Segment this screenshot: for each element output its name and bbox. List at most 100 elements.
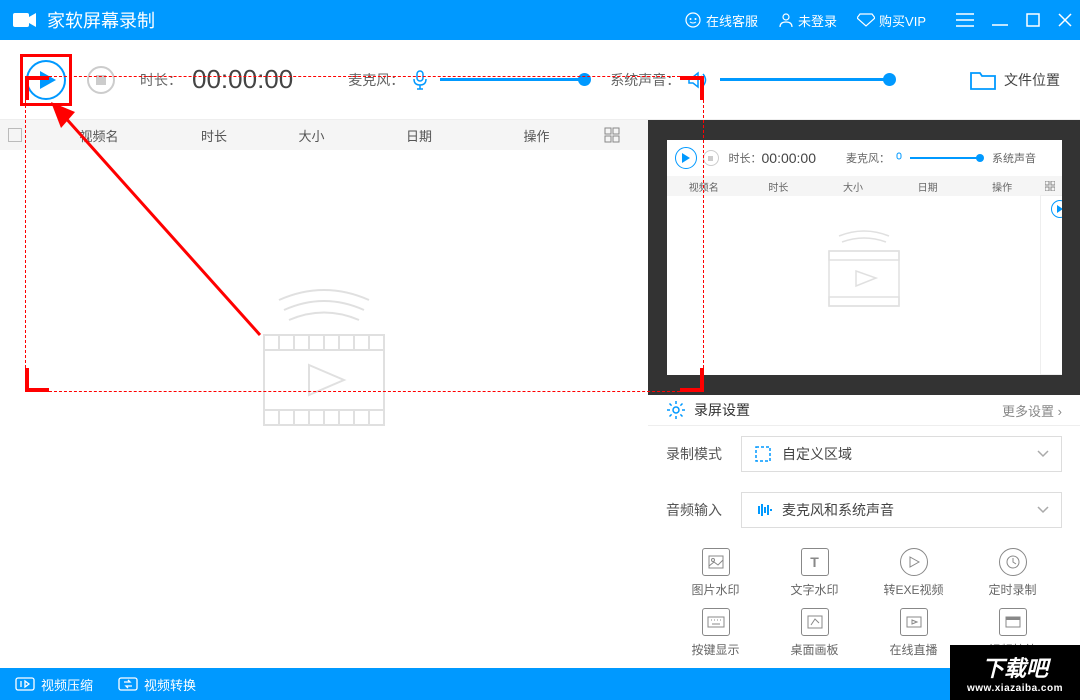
image-watermark-label: 图片水印 — [691, 581, 739, 598]
duration-label: 时长： — [140, 70, 182, 90]
mic-icon[interactable] — [412, 70, 428, 90]
selection-edge-right — [703, 100, 704, 368]
video-compress-button[interactable]: 视频压缩 — [15, 675, 93, 694]
timed-record-label: 定时录制 — [988, 581, 1036, 598]
system-sound-slider[interactable] — [720, 78, 890, 81]
preview-mic-label: 麦克风： — [846, 150, 890, 166]
toolbar: 时长： 00:00:00 麦克风： 系统声音： 文件位置 — [0, 40, 1080, 120]
select-all-checkbox[interactable] — [8, 128, 22, 142]
record-mode-select[interactable]: 自定义区域 — [741, 436, 1062, 472]
site-watermark: 下载吧 www.xiazaiba.com — [950, 645, 1080, 700]
exe-video-label: 转EXE视频 — [883, 581, 943, 598]
content-area: 视频名 时长 大小 日期 操作 — [0, 120, 1080, 668]
empty-recordings — [0, 150, 648, 570]
fx-icon — [999, 608, 1027, 636]
preview-film-icon — [814, 226, 914, 316]
record-mode-row: 录制模式 自定义区域 — [648, 426, 1080, 482]
preview-nested-play-icon — [1051, 200, 1062, 218]
exe-icon — [900, 548, 928, 576]
image-watermark-option[interactable]: 图片水印 — [666, 548, 765, 598]
audio-input-value: 麦克风和系统声音 — [782, 500, 1037, 520]
exe-video-option[interactable]: 转EXE视频 — [864, 548, 963, 598]
convert-icon — [118, 677, 138, 691]
column-size: 大小 — [264, 126, 359, 145]
column-date: 日期 — [359, 126, 479, 145]
buy-vip-link[interactable]: 购买VIP — [857, 11, 926, 30]
board-icon — [801, 608, 829, 636]
app-logo-icon — [13, 11, 37, 29]
watermark-url: www.xiazaiba.com — [967, 683, 1063, 694]
close-button[interactable] — [1058, 13, 1072, 27]
text-icon: T — [801, 548, 829, 576]
clock-icon — [999, 548, 1027, 576]
recordings-pane: 视频名 时长 大小 日期 操作 — [0, 120, 648, 668]
preview-col-action: 操作 — [965, 179, 1040, 194]
column-duration: 时长 — [164, 126, 264, 145]
right-pane: 时长： 00:00:00 麦克风： 系统声音 视频名 时长 大小 日期 操作 — [648, 120, 1080, 668]
video-convert-button[interactable]: 视频转换 — [118, 675, 196, 694]
maximize-button[interactable] — [1026, 13, 1040, 27]
file-location-label: 文件位置 — [1004, 70, 1060, 90]
table-header: 视频名 时长 大小 日期 操作 — [0, 120, 648, 150]
minimize-button[interactable] — [992, 13, 1008, 27]
live-stream-option[interactable]: 在线直播 — [864, 608, 963, 658]
chevron-down-icon — [1037, 450, 1049, 458]
video-convert-label: 视频转换 — [144, 675, 196, 694]
preview-stop-icon — [703, 150, 719, 166]
settings-title: 录屏设置 — [694, 400, 750, 420]
more-settings-link[interactable]: 更多设置 › — [1002, 401, 1062, 420]
preview-mic-slider — [910, 157, 980, 159]
support-label: 在线客服 — [706, 11, 758, 30]
selection-edge-left — [25, 100, 26, 368]
audio-wave-icon — [754, 502, 772, 518]
vip-label: 购买VIP — [879, 11, 926, 30]
image-icon — [702, 548, 730, 576]
timed-record-option[interactable]: 定时录制 — [963, 548, 1062, 598]
preview-duration-value: 00:00:00 — [762, 150, 817, 166]
audio-input-select[interactable]: 麦克风和系统声音 — [741, 492, 1062, 528]
text-watermark-option[interactable]: T 文字水印 — [765, 548, 864, 598]
keyboard-icon — [702, 608, 730, 636]
preview-area: 时长： 00:00:00 麦克风： 系统声音 视频名 时长 大小 日期 操作 — [648, 120, 1080, 395]
preview-duration-label: 时长： — [729, 150, 762, 166]
support-icon — [684, 11, 702, 29]
watermark-text: 下载吧 — [982, 651, 1048, 683]
grid-view-icon[interactable] — [604, 127, 620, 143]
selection-corner-tl — [25, 76, 49, 100]
column-name: 视频名 — [34, 126, 164, 145]
bottombar: 视频压缩 视频转换 — [0, 668, 1080, 700]
menu-button[interactable] — [956, 13, 974, 27]
key-display-label: 按键显示 — [691, 641, 739, 658]
preview-grid-icon — [1045, 181, 1055, 191]
preview-empty — [667, 196, 1062, 346]
selection-corner-br — [680, 368, 704, 392]
preview-col-size: 大小 — [816, 179, 891, 194]
mic-label: 麦克风： — [348, 70, 404, 90]
online-support-link[interactable]: 在线客服 — [684, 11, 758, 30]
selection-edge-top — [49, 76, 680, 77]
file-location-button[interactable]: 文件位置 — [970, 70, 1060, 90]
key-display-option[interactable]: 按键显示 — [666, 608, 765, 658]
record-mode-value: 自定义区域 — [782, 444, 1037, 464]
app-title: 家软屏幕录制 — [47, 7, 155, 33]
user-icon — [778, 12, 794, 28]
text-watermark-label: 文字水印 — [790, 581, 838, 598]
titlebar: 家软屏幕录制 在线客服 未登录 购买VIP — [0, 0, 1080, 40]
preview-nested — [1040, 195, 1062, 375]
selection-edge-bottom — [49, 391, 680, 392]
system-sound-label: 系统声音： — [610, 70, 680, 90]
desktop-board-option[interactable]: 桌面画板 — [765, 608, 864, 658]
login-link[interactable]: 未登录 — [778, 11, 837, 30]
preview-table-header: 视频名 时长 大小 日期 操作 — [667, 176, 1062, 196]
preview-sys-label: 系统声音 — [992, 150, 1036, 166]
settings-header: 录屏设置 更多设置 › — [648, 395, 1080, 426]
mic-slider[interactable] — [440, 78, 585, 81]
record-mode-label: 录制模式 — [666, 444, 741, 464]
folder-icon — [970, 70, 996, 90]
desktop-board-label: 桌面画板 — [790, 641, 838, 658]
duration-value: 00:00:00 — [192, 64, 293, 95]
preview-col-duration: 时长 — [741, 179, 816, 194]
stop-button[interactable] — [87, 66, 115, 94]
preview-play-icon — [675, 147, 697, 169]
column-action: 操作 — [479, 126, 594, 145]
